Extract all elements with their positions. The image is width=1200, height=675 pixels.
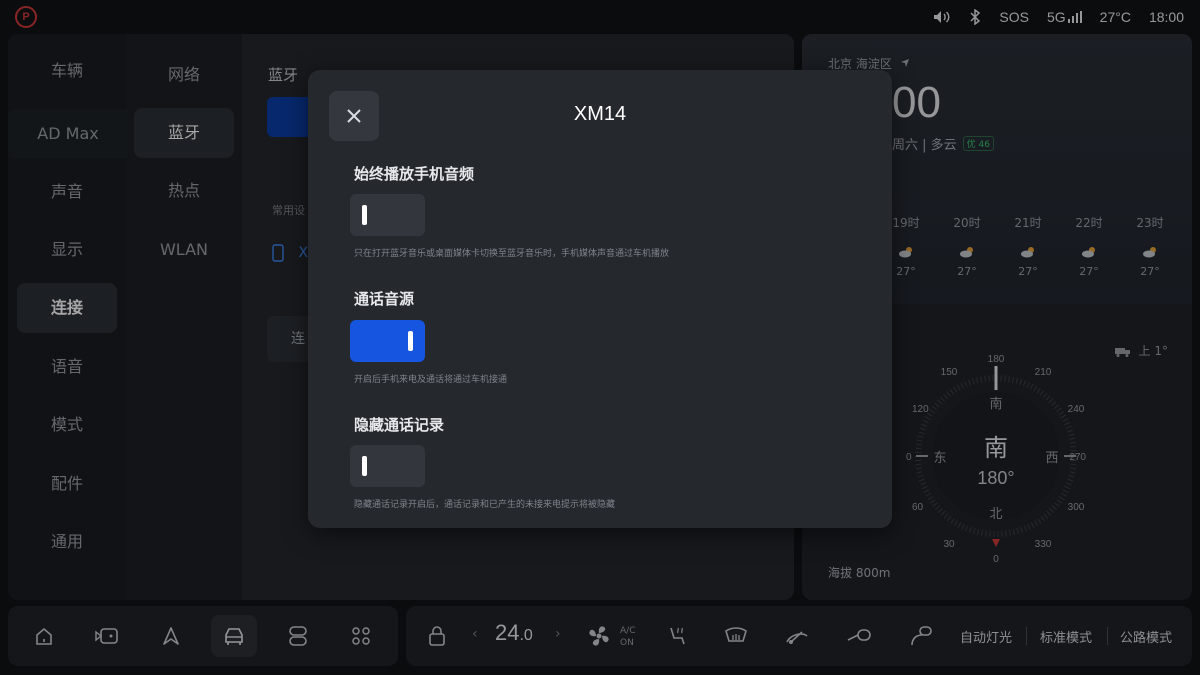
toggle-knob xyxy=(362,456,367,476)
option-title: 通话音源 xyxy=(354,290,415,308)
option-description: 只在打开蓝牙音乐或桌面媒体卡切换至蓝牙音乐时，手机媒体声音通过车机播放 xyxy=(354,249,670,259)
option-description: 开启后手机来电及通话将通过车机接通 xyxy=(354,375,508,385)
dialog-title: XM14 xyxy=(573,103,627,125)
option-description: 隐藏通话记录开启后，通话记录和已产生的未接来电提示将被隐藏 xyxy=(354,500,616,510)
option-title: 隐藏通话记录 xyxy=(354,416,445,434)
toggle-knob xyxy=(408,331,413,351)
hide-call-history-toggle[interactable] xyxy=(350,445,425,487)
device-settings-dialog: XM14 始终播放手机音频 只在打开蓝牙音乐或桌面媒体卡切换至蓝牙音乐时，手机媒… xyxy=(308,70,892,528)
always-play-phone-audio-toggle[interactable] xyxy=(350,194,425,236)
call-audio-source-toggle[interactable] xyxy=(350,320,425,362)
toggle-knob xyxy=(362,205,367,225)
option-title: 始终播放手机音频 xyxy=(354,165,475,183)
